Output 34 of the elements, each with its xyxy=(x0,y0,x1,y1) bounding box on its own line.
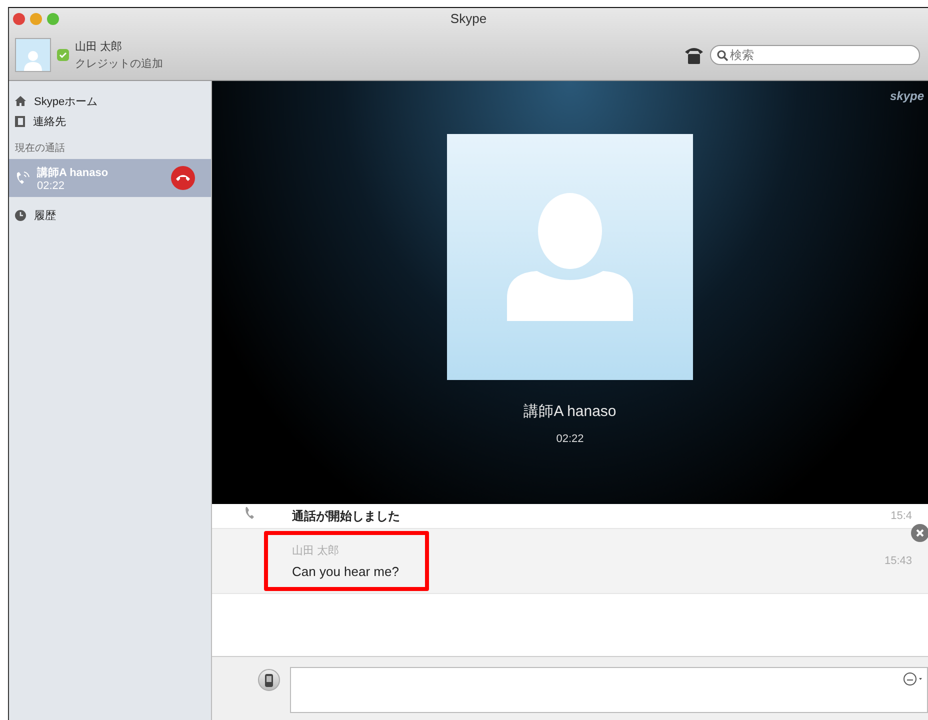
sidebar-item[interactable]: 履歴 xyxy=(34,208,56,222)
address-book-icon xyxy=(15,116,25,126)
message-time: 15:43 xyxy=(884,555,912,567)
mobile-phone-icon xyxy=(265,674,273,686)
call-duration: 02:22 xyxy=(37,180,66,192)
message-input[interactable] xyxy=(290,667,928,713)
call-started-text: 通話が開始しました xyxy=(292,508,401,524)
dial-pad-icon[interactable] xyxy=(684,46,704,64)
add-credit-link[interactable]: クレジットの追加 xyxy=(75,56,163,71)
sender-name: 山田 太郎 xyxy=(292,544,340,558)
sidebar-item[interactable]: 連絡先 xyxy=(33,114,66,128)
search-field[interactable]: 検索 xyxy=(730,47,910,63)
phone-button[interactable] xyxy=(258,669,280,691)
sidebar-item[interactable]: Skypeホーム xyxy=(34,94,98,108)
hang-up-button[interactable] xyxy=(171,166,195,190)
phone-icon xyxy=(176,174,190,182)
window-title: Skype xyxy=(450,11,487,26)
call-icon xyxy=(15,170,31,186)
contact-name: 講師A hanaso xyxy=(524,402,616,421)
close-window-button[interactable] xyxy=(13,13,25,25)
search-icon xyxy=(717,50,728,60)
status-icon xyxy=(57,49,69,61)
close-icon xyxy=(916,529,924,537)
call-duration: 02:22 xyxy=(556,433,584,445)
home-icon xyxy=(15,96,26,106)
contact-name: 講師A hanaso xyxy=(37,166,110,180)
logo: skype xyxy=(890,89,924,103)
section-header: 現在の通話 xyxy=(14,142,66,156)
account-name: 山田 太郎 xyxy=(75,40,124,54)
avatar[interactable] xyxy=(15,38,51,72)
search-box[interactable]: 検索 xyxy=(710,45,920,65)
message-time: 15:4 xyxy=(890,510,912,522)
clock-icon xyxy=(15,210,26,220)
message-text: Can you hear me? xyxy=(292,564,399,579)
